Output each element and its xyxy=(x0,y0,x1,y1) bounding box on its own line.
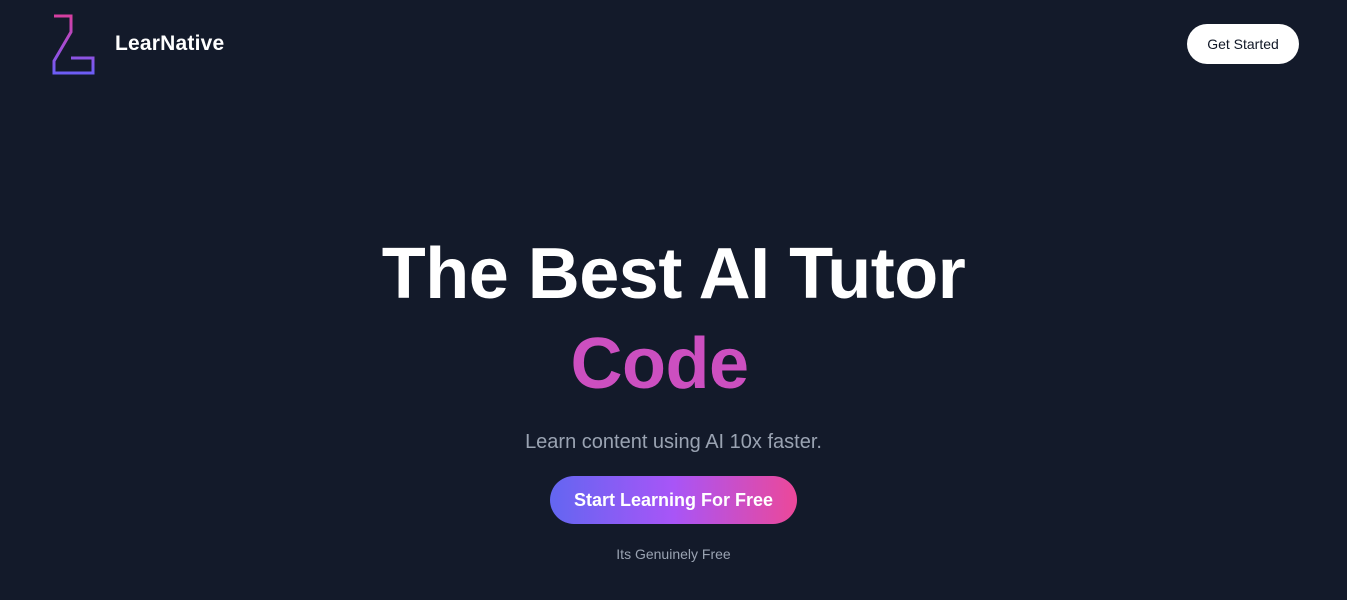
headline-text: The Best AI Tutor xyxy=(381,234,966,314)
hero-headline: The Best AI Tutor Code xyxy=(0,232,1347,406)
start-learning-button[interactable]: Start Learning For Free xyxy=(550,476,797,524)
landing-page: LearNative Get Started The Best AI Tutor… xyxy=(0,0,1347,600)
get-started-button[interactable]: Get Started xyxy=(1187,24,1299,64)
learnative-logo-icon xyxy=(51,13,95,75)
brand-logo-link[interactable]: LearNative xyxy=(51,13,224,75)
brand-name: LearNative xyxy=(115,32,225,55)
free-note: Its Genuinely Free xyxy=(616,546,731,562)
hero-subtitle: Learn content using AI 10x faster. xyxy=(525,431,822,453)
hero-section: The Best AI Tutor Code Learn content usi… xyxy=(0,232,1347,562)
headline-rotating-word: Code xyxy=(570,324,750,404)
